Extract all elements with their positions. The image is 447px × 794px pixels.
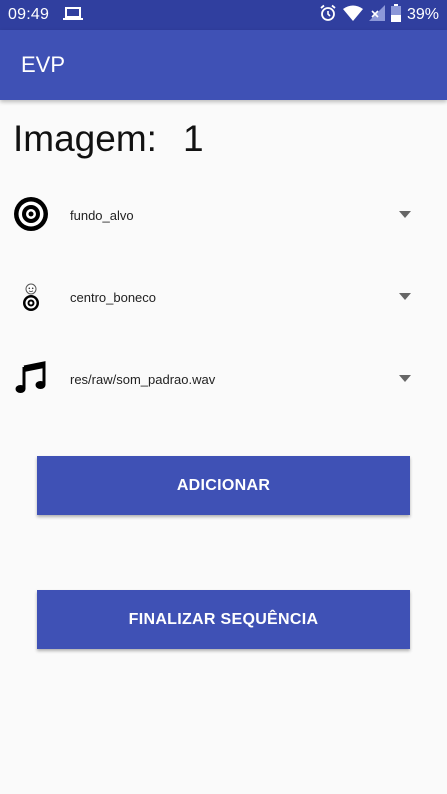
app-title: EVP: [21, 52, 66, 77]
sound-spinner[interactable]: res/raw/som_padrao.wav: [0, 355, 447, 401]
music-note-icon: [12, 359, 50, 397]
status-right: 39%: [319, 4, 439, 26]
laptop-icon: [63, 6, 84, 25]
status-bar: 09:49 39%: [0, 0, 447, 30]
add-button[interactable]: ADICIONAR: [37, 456, 410, 515]
status-left: 09:49: [8, 6, 84, 25]
target-icon: [12, 195, 50, 233]
spinner-value: fundo_alvo: [70, 208, 134, 223]
spinner-value: res/raw/som_padrao.wav: [70, 372, 216, 387]
app-bar: EVP: [0, 30, 447, 100]
dropdown-arrow-icon: [399, 375, 411, 382]
image-heading: Imagem: 1: [13, 117, 204, 161]
signal-icon: [368, 5, 385, 25]
spinner-value: centro_boneco: [70, 290, 157, 305]
background-spinner[interactable]: fundo_alvo: [0, 191, 447, 237]
center-spinner[interactable]: centro_boneco: [0, 273, 447, 319]
dropdown-arrow-icon: [399, 211, 411, 218]
battery-percent: 39%: [406, 6, 439, 23]
dropdown-arrow-icon: [399, 293, 411, 300]
image-number: 1: [182, 118, 204, 159]
status-time: 09:49: [8, 6, 50, 23]
image-label: Imagem:: [13, 118, 157, 159]
wifi-icon: [342, 5, 363, 25]
battery-icon: [390, 4, 401, 26]
puppet-target-icon: [12, 277, 50, 315]
alarm-icon: [319, 4, 337, 26]
finish-sequence-button[interactable]: FINALIZAR SEQUÊNCIA: [37, 590, 410, 649]
